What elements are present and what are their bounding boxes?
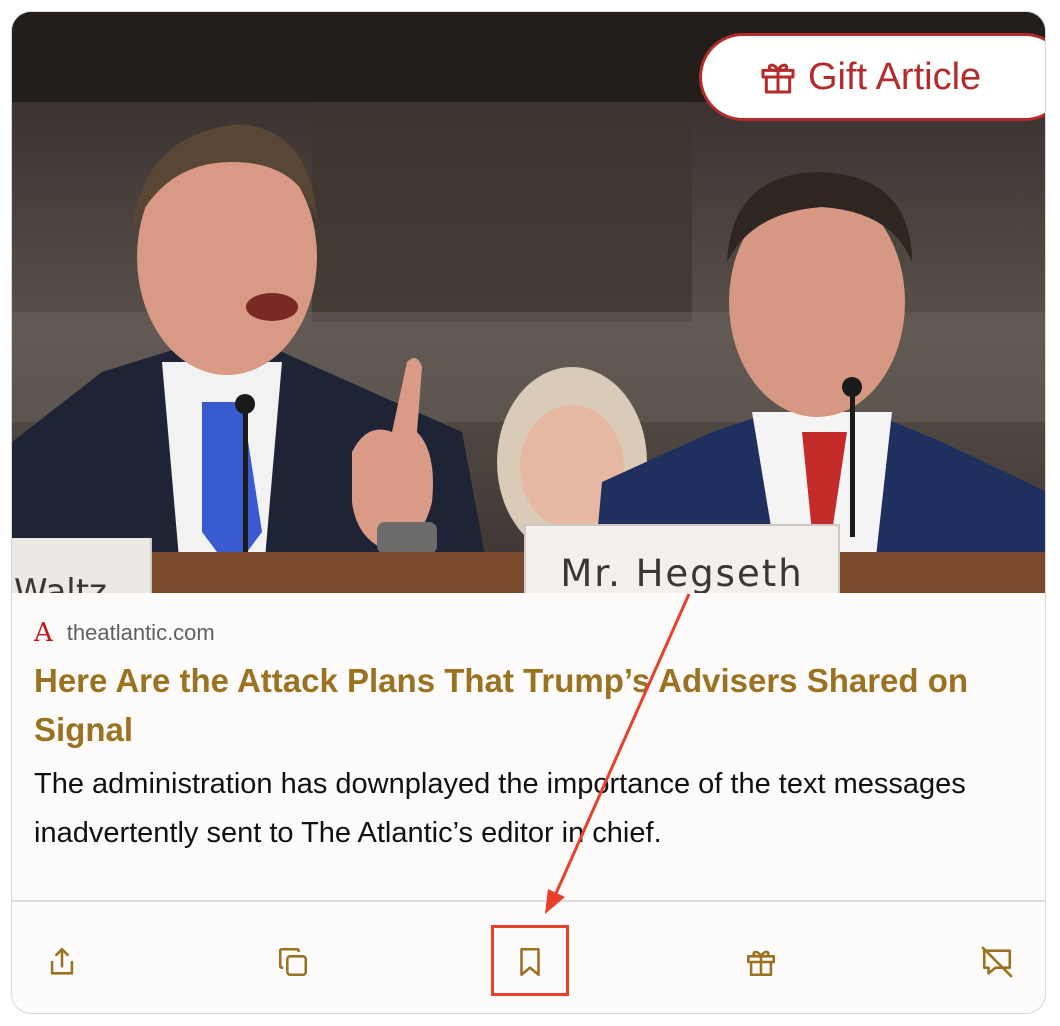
hide-button[interactable]	[975, 940, 1019, 984]
gift-action-button[interactable]	[739, 940, 783, 984]
article-summary: The administration has downplayed the im…	[34, 768, 966, 849]
nameplate-hegseth: Mr. Hegseth	[524, 524, 840, 593]
share-icon	[50, 947, 74, 975]
hide-icon	[981, 946, 1013, 978]
gift-article-button[interactable]: Gift Article	[699, 33, 1045, 121]
bookmark-icon	[520, 947, 540, 977]
divider	[12, 900, 1045, 902]
article-headline[interactable]: Here Are the Attack Plans That Trump’s A…	[34, 656, 1024, 754]
copy-icon	[278, 947, 308, 977]
atlantic-logo: A	[34, 618, 53, 648]
bookmark-button[interactable]	[508, 940, 552, 984]
gift-icon	[746, 950, 776, 977]
source-line: A theatlantic.com	[34, 618, 215, 648]
share-button[interactable]	[40, 940, 84, 984]
gift-icon	[761, 63, 795, 94]
gift-article-label: Gift Article	[808, 55, 982, 98]
article-card[interactable]: Waltz Mr. Hegseth Gift Article A theatla…	[11, 11, 1046, 1014]
copy-button[interactable]	[271, 940, 315, 984]
nameplate-left: Waltz	[12, 538, 152, 593]
source-domain: theatlantic.com	[66, 620, 215, 645]
